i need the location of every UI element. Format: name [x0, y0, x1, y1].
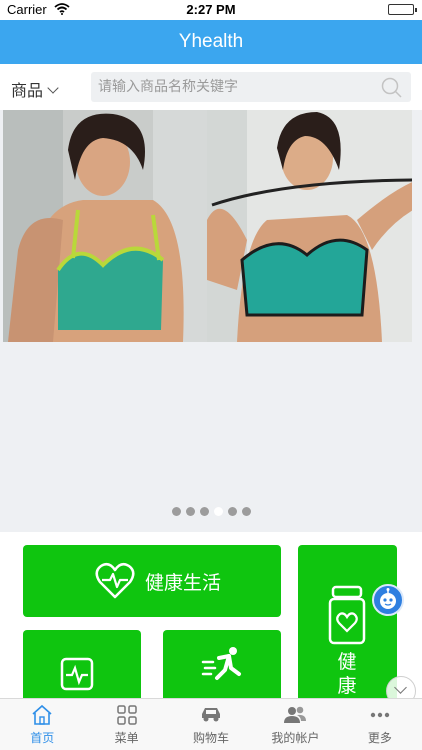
banner-image-right[interactable]	[207, 110, 412, 342]
chevron-down-icon	[47, 81, 59, 94]
search-row: 商品	[0, 64, 422, 110]
banner-image-left[interactable]	[3, 110, 208, 342]
healthy-diet-tile[interactable]: 健康饮	[298, 545, 397, 698]
tab-cart[interactable]: 购物车	[169, 699, 253, 750]
carousel-dot[interactable]	[227, 507, 237, 516]
category-label: 商品	[11, 81, 44, 100]
category-dropdown[interactable]: 商品	[11, 77, 59, 101]
tab-cart-label: 购物车	[193, 731, 230, 745]
carousel-dot[interactable]	[171, 507, 181, 516]
assistant-robot-button[interactable]	[372, 584, 404, 616]
tab-account[interactable]: 我的帐户	[253, 699, 337, 750]
tab-menu-label: 菜单	[114, 731, 139, 745]
healthy-life-label: 健康生活	[145, 572, 222, 594]
tab-more[interactable]: 更多	[338, 699, 422, 750]
robot-icon	[380, 588, 396, 609]
car-icon	[199, 704, 223, 730]
users-icon	[283, 704, 307, 730]
running-person-icon	[201, 646, 245, 690]
health-monitor-tile[interactable]	[23, 630, 141, 698]
tab-bar: 首页 菜单 购物车 我的帐户 更多	[0, 698, 422, 750]
page-title: Yhealth	[178, 31, 244, 52]
search-input[interactable]	[91, 72, 378, 102]
chevron-down-icon	[394, 681, 407, 694]
search-box	[91, 72, 411, 102]
clock: 2:27 PM	[186, 2, 236, 17]
tab-account-label: 我的帐户	[271, 731, 320, 745]
status-bar: Carrier 2:27 PM	[0, 0, 422, 20]
banner-carousel[interactable]	[0, 110, 422, 532]
tab-home[interactable]: 首页	[0, 699, 84, 750]
tab-menu[interactable]: 菜单	[84, 699, 168, 750]
more-dots-icon	[369, 704, 391, 730]
menu-grid-icon	[116, 704, 138, 730]
carousel-dot[interactable]	[241, 507, 251, 516]
jar-heart-icon	[327, 585, 367, 649]
carousel-dots	[0, 507, 422, 516]
tab-home-label: 首页	[30, 731, 55, 745]
exercise-tile[interactable]	[163, 630, 281, 698]
nav-bar: Yhealth	[0, 20, 422, 64]
feature-tiles: 健康生活 健康饮	[0, 532, 422, 698]
heart-pulse-icon	[95, 562, 135, 604]
battery-icon	[388, 4, 417, 15]
home-icon	[31, 704, 53, 730]
carousel-dot[interactable]	[185, 507, 195, 516]
carousel-dot[interactable]	[199, 507, 209, 516]
monitor-pulse-icon	[59, 656, 95, 696]
healthy-life-tile[interactable]: 健康生活	[23, 545, 281, 617]
carousel-dot-active[interactable]	[213, 507, 223, 516]
search-icon[interactable]	[381, 77, 403, 103]
healthy-diet-label: 健康饮	[337, 651, 357, 697]
tab-more-label: 更多	[367, 731, 392, 745]
